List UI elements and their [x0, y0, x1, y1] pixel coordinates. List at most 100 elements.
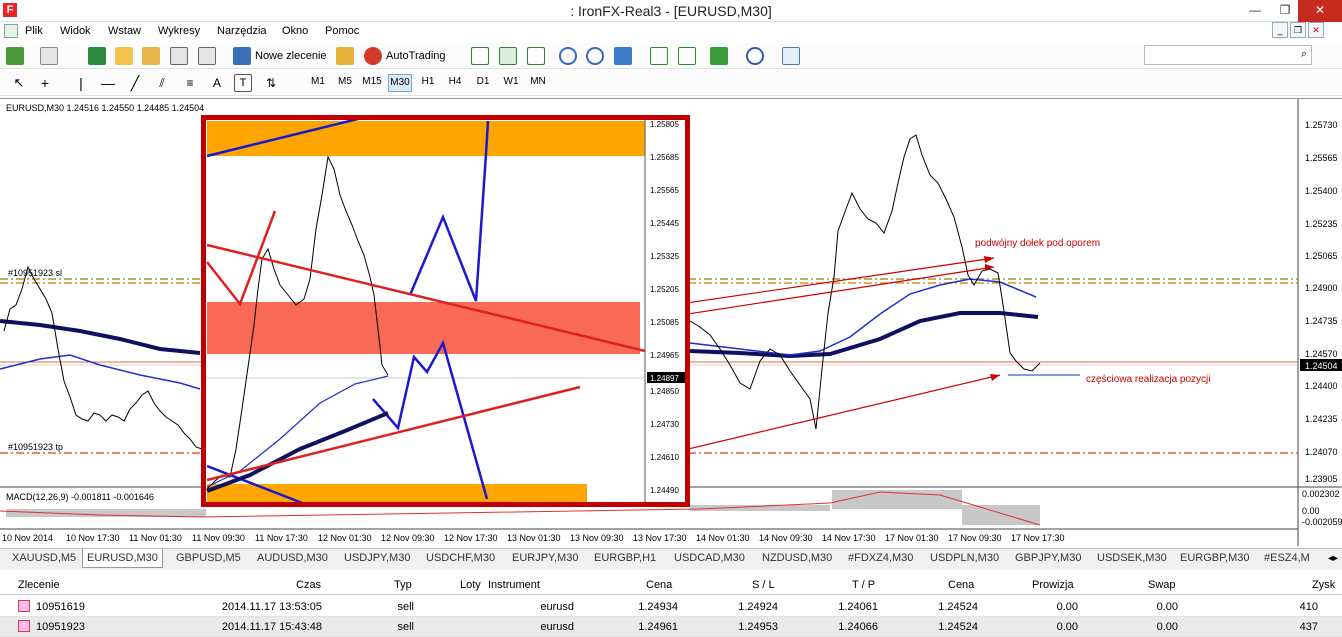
mdi-close-button[interactable]: ✕: [1308, 22, 1324, 38]
tf-h1[interactable]: H1: [416, 76, 440, 87]
sell-order-icon: [18, 620, 30, 632]
zoom-out-icon[interactable]: [586, 47, 604, 65]
vertical-line-icon[interactable]: |: [72, 74, 90, 92]
new-order-button[interactable]: Nowe zlecenie: [255, 50, 327, 62]
tab-eurgbp-m30[interactable]: EURGBP,M30: [1180, 552, 1250, 564]
tf-h4[interactable]: H4: [443, 76, 467, 87]
tile-windows-icon[interactable]: [614, 47, 632, 65]
tab-fdxz4-m30[interactable]: #FDXZ4,M30: [848, 552, 913, 564]
tab-eurjpy-m30[interactable]: EURJPY,M30: [512, 552, 578, 564]
col-time[interactable]: Czas: [296, 579, 321, 591]
tf-m5[interactable]: M5: [333, 76, 357, 87]
profiles-icon[interactable]: [40, 47, 58, 65]
col-swap[interactable]: Swap: [1148, 579, 1176, 591]
autotrading-button[interactable]: AutoTrading: [386, 50, 446, 62]
text-label-icon[interactable]: T: [234, 74, 252, 92]
minimize-button[interactable]: —: [1240, 0, 1270, 22]
tab-nzdusd-m30[interactable]: NZDUSD,M30: [762, 552, 832, 564]
data-window-icon[interactable]: [115, 47, 133, 65]
col-tp[interactable]: T / P: [852, 579, 875, 591]
chart-window[interactable]: EURUSD,M30 1.24516 1.24550 1.24485 1.245…: [0, 98, 1342, 546]
autotrading-icon[interactable]: [364, 47, 382, 65]
strategy-tester-icon[interactable]: [198, 47, 216, 65]
meta-editor-icon[interactable]: [336, 47, 354, 65]
tf-m30[interactable]: M30: [388, 74, 412, 92]
ma-long: [0, 319, 201, 355]
tab-xauusd-m5[interactable]: XAUUSD,M5: [12, 552, 76, 564]
tf-d1[interactable]: D1: [471, 76, 495, 87]
tf-m1[interactable]: M1: [306, 76, 330, 87]
col-order[interactable]: Zlecenie: [18, 579, 60, 591]
navigator-icon[interactable]: [142, 47, 160, 65]
bar-chart-icon[interactable]: [471, 47, 489, 65]
candlestick-icon[interactable]: [499, 47, 517, 65]
inset-price-tick: 1.25325: [650, 252, 679, 261]
tabs-scroll-arrows-icon[interactable]: ◂▸: [1328, 553, 1338, 564]
col-instrument[interactable]: Instrument: [488, 579, 540, 591]
templates-icon[interactable]: [782, 47, 800, 65]
menu-view[interactable]: Widok: [60, 25, 91, 37]
text-tool-icon[interactable]: A: [208, 74, 226, 92]
tab-gbpjpy-m30[interactable]: GBPJPY,M30: [1015, 552, 1081, 564]
crosshair-icon[interactable]: +: [36, 74, 54, 92]
time-tick: 12 Nov 17:30: [444, 533, 498, 543]
tab-usdcad-m30[interactable]: USDCAD,M30: [674, 552, 745, 564]
price-chart[interactable]: EURUSD,M30 1.24516 1.24550 1.24485 1.245…: [0, 99, 1342, 546]
col-commission[interactable]: Prowizja: [1032, 579, 1074, 591]
cursor-icon[interactable]: ↖: [10, 74, 28, 92]
col-sl[interactable]: S / L: [752, 579, 775, 591]
close-button[interactable]: ✕: [1298, 0, 1342, 22]
tab-usdpln-m30[interactable]: USDPLN,M30: [930, 552, 999, 564]
col-profit[interactable]: Zysk: [1312, 579, 1335, 591]
tf-m15[interactable]: M15: [360, 76, 384, 87]
price-tick: 1.25730: [1305, 120, 1338, 130]
chart-tabs: XAUUSD,M5 EURUSD,M30 GBPUSD,M5 AUDUSD,M3…: [0, 548, 1342, 570]
mdi-minimize-button[interactable]: _: [1272, 22, 1288, 38]
horizontal-line-icon[interactable]: —: [99, 74, 117, 92]
tab-esz4-m[interactable]: #ESZ4,M: [1264, 552, 1310, 564]
menu-file[interactable]: Plik: [25, 25, 43, 37]
autoscroll-icon[interactable]: [678, 47, 696, 65]
tf-w1[interactable]: W1: [499, 76, 523, 87]
new-order-icon[interactable]: [233, 47, 251, 65]
fibonacci-icon[interactable]: ≡: [181, 74, 199, 92]
equidistant-channel-icon[interactable]: ⫽: [153, 74, 171, 92]
menu-tools[interactable]: Narzędzia: [217, 25, 267, 37]
chart-shift-icon[interactable]: [650, 47, 668, 65]
periods-icon[interactable]: [746, 47, 764, 65]
new-chart-icon[interactable]: [6, 47, 24, 65]
menu-help[interactable]: Pomoc: [325, 25, 359, 37]
arrows-icon[interactable]: ⇅: [262, 74, 280, 92]
menu-window[interactable]: Okno: [282, 25, 308, 37]
search-icon[interactable]: ⌕: [1301, 48, 1307, 61]
menu-insert[interactable]: Wstaw: [108, 25, 141, 37]
table-row[interactable]: 10951619 2014.11.17 13:53:05 sell eurusd…: [0, 597, 1342, 617]
tab-usdjpy-m30[interactable]: USDJPY,M30: [344, 552, 410, 564]
tab-usdsek-m30[interactable]: USDSEK,M30: [1097, 552, 1167, 564]
table-row[interactable]: 10951923 2014.11.17 15:43:48 sell eurusd…: [0, 617, 1342, 637]
col-lots[interactable]: Loty: [460, 579, 481, 591]
mdi-restore-button[interactable]: ❐: [1290, 22, 1306, 38]
time-tick: 10 Nov 2014: [2, 533, 53, 543]
col-current-price[interactable]: Cena: [948, 579, 974, 591]
market-watch-icon[interactable]: [88, 47, 106, 65]
col-price[interactable]: Cena: [646, 579, 672, 591]
terminal-icon[interactable]: [170, 47, 188, 65]
zoom-in-icon[interactable]: [559, 47, 577, 65]
current-price: 1.24504: [1305, 361, 1338, 371]
tf-mn[interactable]: MN: [526, 76, 550, 87]
col-type[interactable]: Typ: [394, 579, 412, 591]
tab-audusd-m30[interactable]: AUDUSD,M30: [257, 552, 328, 564]
restore-button[interactable]: ❐: [1270, 0, 1300, 22]
menu-charts[interactable]: Wykresy: [158, 25, 200, 37]
tab-usdchf-m30[interactable]: USDCHF,M30: [426, 552, 495, 564]
time-tick: 11 Nov 17:30: [255, 533, 308, 543]
tab-eurusd-m30[interactable]: EURUSD,M30: [82, 549, 163, 568]
order-profit: 437: [1299, 621, 1318, 633]
search-input[interactable]: ⌕: [1144, 45, 1312, 65]
indicators-icon[interactable]: [710, 47, 728, 65]
line-chart-icon[interactable]: [527, 47, 545, 65]
tab-gbpusd-m5[interactable]: GBPUSD,M5: [176, 552, 241, 564]
trendline-icon[interactable]: ╱: [126, 74, 144, 92]
tab-eurgbp-h1[interactable]: EURGBP,H1: [594, 552, 656, 564]
